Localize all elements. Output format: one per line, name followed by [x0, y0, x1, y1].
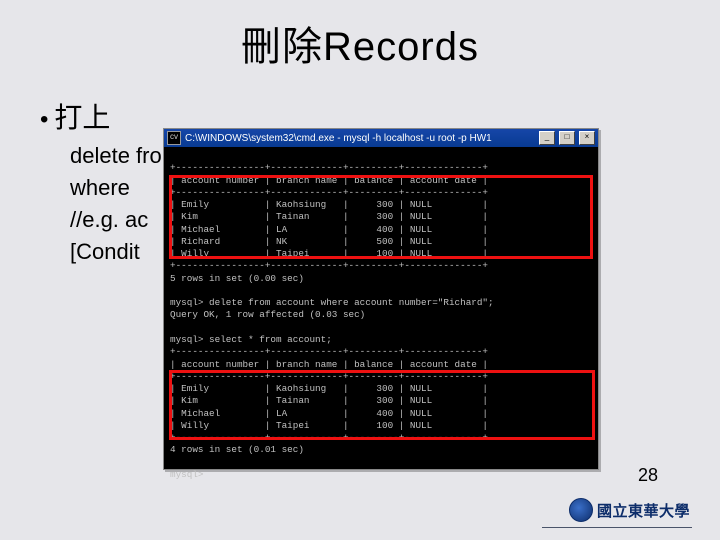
- cmd-icon: cv: [167, 131, 181, 145]
- term-sep2-top: +----------------+-------------+--------…: [170, 346, 488, 357]
- footer-underline: [542, 527, 692, 528]
- term-row-a1: | Kim | Tainan | 300 | NULL |: [170, 395, 488, 406]
- term-delete-cmd: mysql> delete from account where account…: [170, 297, 494, 308]
- term-prompt: mysql>: [170, 469, 203, 480]
- term-count-after: 4 rows in set (0.01 sec): [170, 444, 304, 455]
- term-head: | account number | branch name | balance…: [170, 175, 488, 186]
- minimize-button[interactable]: _: [539, 131, 555, 145]
- university-name: 國立東華大學: [597, 500, 690, 521]
- water: [0, 498, 280, 512]
- code-line-4: [Condit: [70, 236, 162, 268]
- bullet-line: •打上: [40, 96, 110, 136]
- slide-title: 刪除Records: [0, 14, 720, 72]
- term-row-a2: | Michael | LA | 400 | NULL |: [170, 408, 488, 419]
- cmd-title-text: C:\WINDOWS\system32\cmd.exe - mysql -h l…: [185, 133, 535, 144]
- code-line-3: //e.g. ac: [70, 204, 162, 236]
- maximize-button[interactable]: □: [559, 131, 575, 145]
- building-1: [30, 432, 70, 512]
- term-head2: | account number | branch name | balance…: [170, 359, 488, 370]
- term-row-b0: | Emily | Kaohsiung | 300 | NULL |: [170, 199, 488, 210]
- term-sep2-mid: +----------------+-------------+--------…: [170, 371, 488, 382]
- term-row-b1: | Kim | Tainan | 300 | NULL |: [170, 211, 488, 222]
- term-sep-top: +----------------+-------------+--------…: [170, 162, 488, 173]
- term-count-before: 5 rows in set (0.00 sec): [170, 273, 304, 284]
- term-row-b4: | Willy | Taipei | 100 | NULL |: [170, 248, 488, 259]
- term-sep-mid: +----------------+-------------+--------…: [170, 187, 488, 198]
- term-row-b3: | Richard | NK | 500 | NULL |: [170, 236, 488, 247]
- university-logo: 國立東華大學: [569, 498, 690, 522]
- page-number: 28: [638, 465, 658, 486]
- term-sep2-bot: +----------------+-------------+--------…: [170, 432, 488, 443]
- cmd-titlebar: cv C:\WINDOWS\system32\cmd.exe - mysql -…: [164, 129, 598, 147]
- bullet-dot: •: [40, 106, 48, 133]
- slide: 刪除Records •打上 delete fro where //e.g. ac…: [0, 0, 720, 540]
- cmd-window: cv C:\WINDOWS\system32\cmd.exe - mysql -…: [163, 128, 599, 470]
- cmd-body[interactable]: +----------------+-------------+--------…: [164, 147, 598, 496]
- term-delete-ok: Query OK, 1 row affected (0.03 sec): [170, 309, 365, 320]
- code-hint-block: delete fro where //e.g. ac [Condit: [70, 140, 162, 268]
- term-select-cmd: mysql> select * from account;: [170, 334, 332, 345]
- bullet-text: 打上: [54, 102, 110, 133]
- building-2: [75, 454, 103, 512]
- term-row-a3: | Willy | Taipei | 100 | NULL |: [170, 420, 488, 431]
- code-line-2: where: [70, 172, 162, 204]
- close-button[interactable]: ×: [579, 131, 595, 145]
- term-row-a0: | Emily | Kaohsiung | 300 | NULL |: [170, 383, 488, 394]
- term-sep-bot: +----------------+-------------+--------…: [170, 260, 488, 271]
- code-line-1: delete fro: [70, 140, 162, 172]
- university-badge-icon: [569, 498, 593, 522]
- term-row-b2: | Michael | LA | 400 | NULL |: [170, 224, 488, 235]
